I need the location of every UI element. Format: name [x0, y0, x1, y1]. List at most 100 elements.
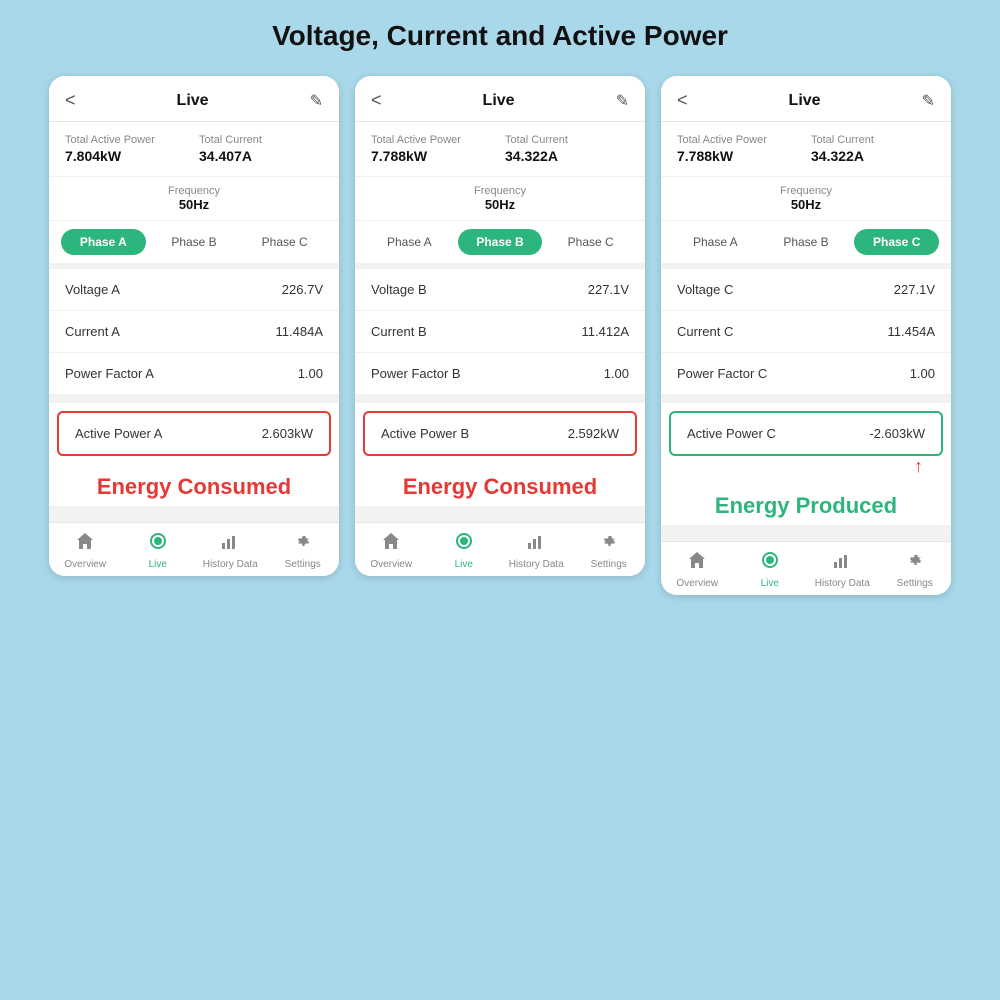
phone-2: < Live ✎ Total Active Power 7.788kW Tota…: [661, 76, 951, 595]
total-active-power-label: Total Active Power: [677, 134, 801, 146]
frequency-label: Frequency: [57, 185, 331, 197]
frequency-value: 50Hz: [363, 197, 637, 212]
phone-header: < Live ✎: [49, 76, 339, 122]
nav-icon-history-data: [526, 531, 546, 556]
nav-label-history-data: History Data: [815, 578, 870, 589]
nav-label-history-data: History Data: [203, 559, 258, 570]
row-label: Power Factor B: [371, 366, 461, 381]
back-button[interactable]: <: [677, 90, 688, 111]
total-active-power: Total Active Power 7.788kW: [677, 134, 801, 164]
active-power-value: 2.603kW: [262, 426, 313, 441]
active-power-label: Active Power A: [75, 426, 162, 441]
nav-item-live[interactable]: Live: [122, 531, 195, 570]
row-value: 11.484A: [276, 324, 323, 339]
active-power-label: Active Power B: [381, 426, 469, 441]
nav-icon-live: [760, 550, 780, 575]
nav-item-history-data[interactable]: History Data: [806, 550, 879, 589]
phase-tab-phase-a[interactable]: Phase A: [367, 229, 452, 255]
back-button[interactable]: <: [65, 90, 76, 111]
edit-button[interactable]: ✎: [310, 91, 323, 111]
nav-item-history-data[interactable]: History Data: [500, 531, 573, 570]
nav-item-live[interactable]: Live: [734, 550, 807, 589]
phase-tab-phase-b[interactable]: Phase B: [458, 229, 543, 255]
phase-tab-phase-a[interactable]: Phase A: [61, 229, 146, 255]
nav-item-settings[interactable]: Settings: [573, 531, 646, 570]
nav-icon-overview: [381, 531, 401, 556]
data-row: Power Factor C 1.00: [661, 353, 951, 395]
row-value: 1.00: [910, 366, 935, 381]
phone-1: < Live ✎ Total Active Power 7.788kW Tota…: [355, 76, 645, 576]
phase-tab-phase-c[interactable]: Phase C: [854, 229, 939, 255]
data-row: Power Factor B 1.00: [355, 353, 645, 395]
data-rows: Voltage A 226.7V Current A 11.484A Power…: [49, 269, 339, 395]
up-arrow-icon: ↑: [914, 456, 923, 477]
phase-tab-phase-a[interactable]: Phase A: [673, 229, 758, 255]
frequency-row: Frequency 50Hz: [355, 176, 645, 220]
phase-tabs: Phase APhase BPhase C: [49, 220, 339, 263]
active-power-label: Active Power C: [687, 426, 776, 441]
frequency-row: Frequency 50Hz: [49, 176, 339, 220]
total-active-power-value: 7.788kW: [371, 148, 495, 164]
row-value: 11.412A: [582, 324, 629, 339]
energy-label: Energy Consumed: [355, 464, 645, 506]
row-label: Current B: [371, 324, 427, 339]
total-current: Total Current 34.322A: [505, 134, 629, 164]
data-rows: Voltage B 227.1V Current B 11.412A Power…: [355, 269, 645, 395]
energy-label: Energy Produced: [661, 483, 951, 525]
stats-row: Total Active Power 7.788kW Total Current…: [355, 122, 645, 176]
phase-tab-phase-b[interactable]: Phase B: [152, 229, 237, 255]
total-active-power: Total Active Power 7.788kW: [371, 134, 495, 164]
nav-icon-settings: [293, 531, 313, 556]
nav-label-history-data: History Data: [509, 559, 564, 570]
nav-item-overview[interactable]: Overview: [355, 531, 428, 570]
total-current-label: Total Current: [811, 134, 935, 146]
row-label: Current A: [65, 324, 120, 339]
live-title: Live: [483, 92, 515, 110]
phone-header: < Live ✎: [355, 76, 645, 122]
nav-label-overview: Overview: [64, 559, 106, 570]
data-row: Current C 11.454A: [661, 311, 951, 353]
nav-icon-history-data: [220, 531, 240, 556]
nav-item-live[interactable]: Live: [428, 531, 501, 570]
row-label: Voltage C: [677, 282, 733, 297]
row-label: Voltage B: [371, 282, 427, 297]
nav-icon-history-data: [832, 550, 852, 575]
row-label: Voltage A: [65, 282, 120, 297]
energy-label: Energy Consumed: [49, 464, 339, 506]
row-label: Current C: [677, 324, 733, 339]
total-current-value: 34.407A: [199, 148, 323, 164]
row-value: 1.00: [298, 366, 323, 381]
frequency-label: Frequency: [363, 185, 637, 197]
total-active-power-label: Total Active Power: [371, 134, 495, 146]
row-value: 1.00: [604, 366, 629, 381]
nav-icon-overview: [75, 531, 95, 556]
nav-label-live: Live: [455, 559, 473, 570]
row-label: Power Factor C: [677, 366, 767, 381]
phone-header: < Live ✎: [661, 76, 951, 122]
nav-label-settings: Settings: [285, 559, 321, 570]
phase-tab-phase-c[interactable]: Phase C: [242, 229, 327, 255]
frequency-value: 50Hz: [669, 197, 943, 212]
phase-tabs: Phase APhase BPhase C: [661, 220, 951, 263]
edit-button[interactable]: ✎: [616, 91, 629, 111]
frequency-label: Frequency: [669, 185, 943, 197]
data-row: Current A 11.484A: [49, 311, 339, 353]
bottom-nav: OverviewLive History Data Settings: [661, 541, 951, 595]
total-active-power-value: 7.788kW: [677, 148, 801, 164]
nav-label-live: Live: [149, 559, 167, 570]
nav-item-settings[interactable]: Settings: [267, 531, 340, 570]
nav-item-overview[interactable]: Overview: [49, 531, 122, 570]
nav-item-overview[interactable]: Overview: [661, 550, 734, 589]
data-row: Power Factor A 1.00: [49, 353, 339, 395]
row-value: 226.7V: [282, 282, 323, 297]
phase-tab-phase-c[interactable]: Phase C: [548, 229, 633, 255]
phase-tab-phase-b[interactable]: Phase B: [764, 229, 849, 255]
back-button[interactable]: <: [371, 90, 382, 111]
total-active-power-label: Total Active Power: [65, 134, 189, 146]
bottom-nav: Overview Live History Data Settings: [355, 522, 645, 576]
nav-item-history-data[interactable]: History Data: [194, 531, 267, 570]
edit-button[interactable]: ✎: [922, 91, 935, 111]
data-row: Voltage B 227.1V: [355, 269, 645, 311]
nav-item-settings[interactable]: Settings: [879, 550, 952, 589]
nav-icon-settings: [905, 550, 925, 575]
